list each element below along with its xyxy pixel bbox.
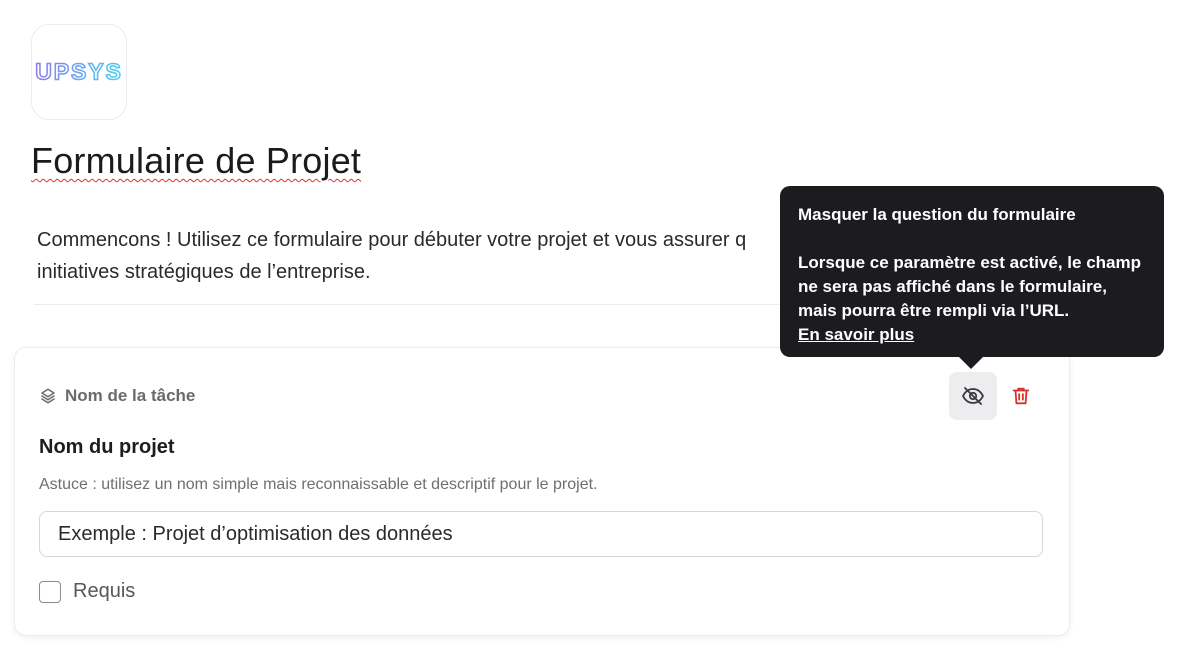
hide-question-tooltip: Masquer la question du formulaire Lorsqu… [780,186,1164,357]
field-type-text: Nom de la tâche [65,386,196,405]
eye-off-icon [962,387,984,405]
learn-more-link[interactable]: En savoir plus [798,323,914,347]
logo: UPSYS [31,24,127,120]
trash-icon [1012,387,1030,405]
question-card[interactable]: Nom de la tâche Nom du projet Astuce : u… [14,347,1070,636]
layers-icon [41,388,55,404]
upsys-logo-icon: UPSYS [34,58,123,86]
required-label: Requis [73,580,136,602]
form-builder-page: UPSYS Formulaire de Projet Commencons ! … [0,0,1187,645]
svg-text:UPSYS: UPSYS [35,59,123,85]
tooltip-arrow [957,355,985,369]
question-label[interactable]: Nom du projet [39,436,175,459]
tooltip-body: Lorsque ce paramètre est activé, le cham… [798,253,1141,320]
hide-question-button[interactable] [949,372,997,420]
required-checkbox[interactable] [39,580,61,603]
form-description: Commencons ! Utilisez ce formulaire pour… [37,229,747,283]
delete-question-button[interactable] [1005,376,1037,416]
required-toggle[interactable]: Requis [39,580,135,603]
tooltip-title: Masquer la question du formulaire [798,205,1076,224]
answer-input[interactable] [39,511,1043,557]
field-type-label: Nom de la tâche [39,386,195,406]
page-title: Formulaire de Projet [31,140,362,181]
question-hint: Astuce : utilisez un nom simple mais rec… [39,476,598,493]
